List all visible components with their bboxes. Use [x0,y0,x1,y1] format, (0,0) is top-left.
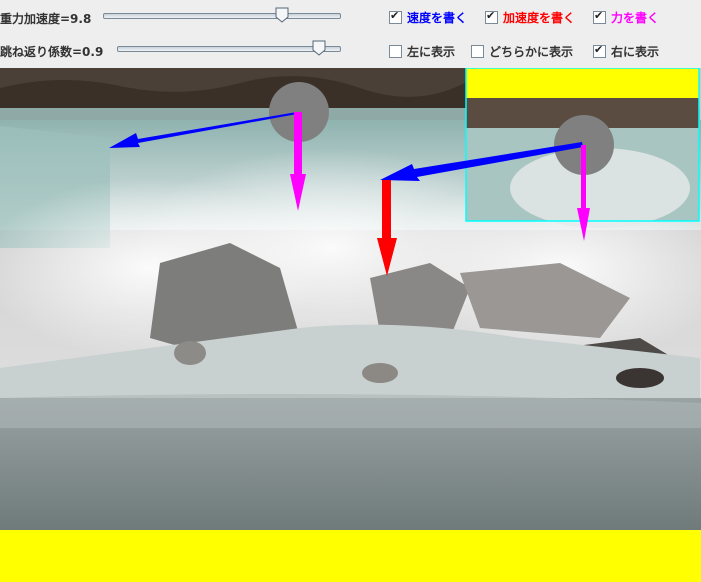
floor [0,530,701,582]
checkbox-show-left[interactable]: 左に表示 [389,43,455,60]
restitution-slider[interactable] [117,40,341,57]
checkbox-draw-acceleration[interactable]: 加速度を書く [485,9,575,26]
force-arrow-shaft [294,112,302,174]
checkbox-show-either[interactable]: どちらかに表示 [471,43,573,60]
checkbox-show-left-box[interactable] [389,45,402,58]
checkbox-show-either-label: どちらかに表示 [489,45,574,59]
restitution-slider-thumb[interactable] [312,40,326,56]
simulation-canvas [0,68,701,582]
checkbox-draw-force-box[interactable] [593,9,606,24]
checkbox-draw-acceleration-label: 加速度を書く [503,11,576,25]
gravity-slider[interactable] [103,7,341,24]
checkbox-draw-force-label: 力を書く [611,11,660,25]
checkbox-draw-velocity-label: 速度を書く [407,11,468,25]
checkbox-show-right[interactable]: 右に表示 [593,43,659,60]
checkbox-show-either-box[interactable] [471,45,484,58]
checkbox-draw-force[interactable]: 力を書く [593,9,659,26]
checkbox-show-left-label: 左に表示 [407,45,456,59]
checkbox-draw-acceleration-box[interactable] [485,9,498,24]
inset-ceiling [466,68,699,98]
gravity-slider-thumb[interactable] [275,7,289,23]
restitution-label: 跳ね返り係数=0.9 [0,45,104,59]
acceleration-arrow-shaft [382,180,391,238]
checkbox-show-right-label: 右に表示 [611,45,660,59]
checkbox-show-right-box[interactable] [593,43,606,58]
inset-force-arrow-shaft [581,145,586,209]
restitution-slider-track[interactable] [117,46,341,52]
gravity-slider-track[interactable] [103,13,341,19]
checkbox-draw-velocity-box[interactable] [389,9,402,24]
gravity-label: 重力加速度=9.8 [0,12,92,26]
checkbox-draw-velocity[interactable]: 速度を書く [389,9,467,26]
